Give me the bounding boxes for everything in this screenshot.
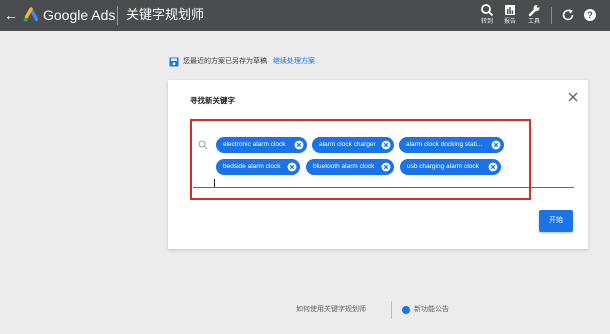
reports-icon	[505, 5, 515, 15]
footer-divider	[391, 301, 392, 319]
reports-tool-button[interactable]: 报告	[499, 3, 521, 29]
keyword-chip[interactable]: usb charging alarm clock	[400, 159, 501, 175]
keyword-chip-label: alarm clock docking stati...	[406, 141, 483, 148]
keyword-chip[interactable]: bedside alarm clock	[216, 159, 300, 175]
reports-tool-label: 报告	[503, 19, 516, 25]
keyword-chip-label: usb charging alarm clock	[407, 163, 479, 170]
keyword-chip-label: bedside alarm clock	[223, 163, 281, 170]
search-icon	[481, 4, 494, 17]
tools-tool-label: 工具	[527, 19, 540, 25]
brand-name: Google Ads	[43, 7, 116, 23]
help-icon[interactable]: ?	[583, 8, 597, 22]
page-title: 关键字规划师	[126, 7, 205, 22]
goto-tool-button[interactable]: 转到	[476, 3, 498, 29]
remove-chip-icon[interactable]	[381, 162, 391, 172]
goto-tool-label: 转到	[480, 19, 493, 25]
remove-chip-icon[interactable]	[491, 140, 501, 150]
google-ads-logo-icon	[23, 7, 38, 22]
remove-chip-icon[interactable]	[287, 162, 297, 172]
continue-plan-link[interactable]: 继续处理方案	[273, 57, 315, 67]
keyword-chip-label: alarm clock charger	[319, 141, 376, 148]
keyword-input-underline[interactable]	[193, 187, 574, 188]
card-title: 寻找新关键字	[190, 96, 235, 105]
refresh-icon[interactable]	[561, 8, 575, 22]
remove-chip-icon[interactable]	[381, 140, 391, 150]
keyword-chip[interactable]: alarm clock docking stati...	[399, 137, 504, 153]
title-divider	[117, 6, 118, 25]
wrench-icon	[528, 5, 540, 17]
announcement-icon	[402, 306, 410, 314]
keyword-chip[interactable]: alarm clock charger	[312, 137, 394, 153]
tools-tool-button[interactable]: 工具	[523, 3, 545, 29]
new-features-link[interactable]: 新功能公告	[414, 305, 449, 315]
draft-notice-text: 您最近的方案已另存为草稿	[183, 58, 267, 65]
remove-chip-icon[interactable]	[488, 162, 498, 172]
svg-text:?: ?	[587, 10, 593, 20]
how-to-use-link[interactable]: 如何使用关键字规划师	[296, 305, 366, 315]
find-keywords-card: 寻找新关键字 electronic alarm clock alarm cloc…	[168, 80, 588, 249]
top-app-bar: ← Google Ads 关键字规划师 转到 报告 工具 ?	[0, 0, 610, 31]
back-arrow-icon[interactable]: ←	[4, 6, 18, 24]
start-button[interactable]: 开始	[539, 210, 573, 232]
close-icon[interactable]	[567, 91, 579, 103]
save-icon	[169, 57, 179, 67]
keyword-chip[interactable]: bluetooth alarm clock	[306, 159, 394, 175]
keyword-chip-label: electronic alarm clock	[223, 141, 286, 148]
remove-chip-icon[interactable]	[294, 140, 304, 150]
toolbar-divider	[551, 7, 552, 24]
keyword-chip[interactable]: electronic alarm clock	[216, 137, 307, 153]
keyword-chip-label: bluetooth alarm clock	[313, 163, 375, 170]
